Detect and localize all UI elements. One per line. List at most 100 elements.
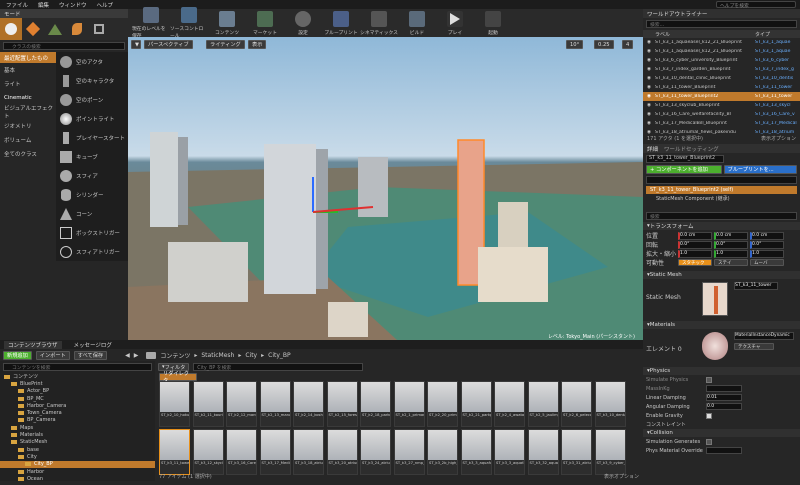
- physics-section[interactable]: ▾ Physics: [643, 367, 800, 375]
- outliner-row-type[interactable]: ST_k3_10_dentis: [755, 76, 799, 81]
- foliage-mode-icon[interactable]: [66, 18, 88, 40]
- tree-folder[interactable]: base: [0, 446, 155, 453]
- category-geometry[interactable]: ジオメトリ: [0, 119, 56, 133]
- outliner-row[interactable]: ◉ ST_k3_11_tower_Blueprint2 ST_k3_11_tower: [643, 92, 800, 101]
- tree-folder[interactable]: Ocean: [0, 475, 155, 482]
- asset-tile[interactable]: ST_k3_31_atrium_fukugun_Blueprint: [561, 429, 592, 475]
- texture-dropdown[interactable]: テクスチャ: [734, 343, 774, 350]
- outliner-row-type[interactable]: ST_k3_13_skycl: [755, 103, 799, 108]
- tab-world-settings[interactable]: ワールドセッティング: [664, 145, 719, 153]
- asset-tile[interactable]: ST_k2_18_parkoasis_Blueprint: [360, 381, 391, 427]
- placeable-player-start[interactable]: プレイヤースタート: [56, 128, 128, 147]
- category-cinematic[interactable]: Cinematic: [0, 91, 56, 105]
- tree-folder[interactable]: City: [0, 453, 155, 460]
- visibility-eye-icon[interactable]: ◉: [647, 58, 651, 63]
- menu-window[interactable]: ウィンドウ: [59, 1, 87, 9]
- marketplace-button[interactable]: マーケット: [246, 10, 284, 36]
- outliner-view-options[interactable]: 表示オプション: [761, 135, 796, 142]
- cinematics-button[interactable]: シネマティックス: [360, 10, 398, 36]
- asset-tile[interactable]: ST_k3_11_tower_Blueprint: [159, 429, 190, 475]
- asset-tile[interactable]: ST_k2_21_parkplaza_Blueprint: [460, 381, 492, 427]
- menu-help[interactable]: ヘルプ: [97, 1, 114, 9]
- asset-tile[interactable]: ST_k3_20_atrium_hall_Blueprint: [326, 429, 358, 475]
- static-mesh-value[interactable]: ST_k3_11_tower: [734, 282, 778, 290]
- place-mode-icon[interactable]: [0, 18, 22, 40]
- back-icon[interactable]: ◀: [125, 352, 130, 359]
- show-button[interactable]: 表示: [248, 40, 267, 49]
- viewport-options-button[interactable]: ▼: [131, 40, 141, 49]
- outliner-row[interactable]: ◉ ST_k3_10_dental_clinic_Blueprint ST_k3_1…: [643, 74, 800, 83]
- asset-tile[interactable]: ST_k3_10_dental_clinic_Blueprint: [594, 381, 626, 427]
- outliner-row[interactable]: ◉ ST_k3_6_cyber_university_Blueprint ST_k3…: [643, 56, 800, 65]
- tree-folder[interactable]: コンテンツ: [0, 373, 155, 380]
- angle-snap-button[interactable]: 10°: [566, 40, 584, 49]
- static-mesh-section[interactable]: ▾ Static Mesh: [643, 271, 800, 279]
- tab-content-browser[interactable]: コンテンツブラウザ: [4, 340, 62, 349]
- tree-folder[interactable]: BP_MC: [0, 395, 155, 402]
- add-new-button[interactable]: 新規追加: [3, 350, 32, 360]
- rotation-x[interactable]: 0.0°: [678, 240, 712, 249]
- location-x[interactable]: 0.0 cm: [678, 231, 712, 240]
- materials-section[interactable]: ▾ Materials: [643, 321, 800, 329]
- mobility-static[interactable]: スタチック: [678, 259, 712, 266]
- mobility-movable[interactable]: ムーバ: [750, 259, 784, 266]
- asset-search-input[interactable]: City_BP を検索: [193, 363, 364, 371]
- placeable-cube[interactable]: キューブ: [56, 147, 128, 166]
- outliner-row-type[interactable]: ST_k3_17_Medical: [755, 121, 799, 126]
- scale-snap-button[interactable]: 0.25: [594, 40, 614, 49]
- placeable-empty-pawn[interactable]: 空のポーン: [56, 90, 128, 109]
- asset-tile[interactable]: ST_k2_11_kourinsinkan_Blueprint: [192, 381, 224, 427]
- camera-speed-button[interactable]: 4: [622, 40, 634, 49]
- lighting-button[interactable]: ライティング: [206, 40, 245, 49]
- placeable-box-trigger[interactable]: ボックストリガー: [56, 223, 128, 242]
- placeable-sphere-trigger[interactable]: スフィアトリガー: [56, 242, 128, 261]
- forward-icon[interactable]: ▶: [134, 352, 139, 359]
- breadcrumb-city-bp[interactable]: City_BP: [268, 352, 291, 359]
- category-vfx[interactable]: ビジュアルエフェクト: [0, 105, 56, 120]
- phys-material-field[interactable]: [706, 447, 742, 454]
- tab-details[interactable]: 詳細: [647, 145, 658, 153]
- outliner-row[interactable]: ◉ ST_k3_17_MedicalBill_Blueprint ST_k3_17_…: [643, 119, 800, 128]
- category-recent[interactable]: 最近配置したもの: [0, 52, 56, 63]
- outliner-row-type[interactable]: ST_k3_1_aquae: [755, 40, 799, 45]
- tree-folder[interactable]: Maps: [0, 424, 155, 431]
- redirector-filter-tag[interactable]: リダイレクタ: [159, 371, 197, 384]
- enable-gravity-checkbox[interactable]: [706, 412, 712, 419]
- actor-name-field[interactable]: ST_k3_11_tower_Blueprint2: [646, 155, 724, 163]
- outliner-tab[interactable]: ワールドアウトライナー: [643, 9, 800, 18]
- tree-folder[interactable]: Harbor: [0, 468, 155, 475]
- visibility-eye-icon[interactable]: ◉: [647, 121, 651, 126]
- asset-tile[interactable]: ST_k2_6_pelecare_Blueprint: [561, 381, 592, 427]
- placeable-empty-character[interactable]: 空のキャラクタ: [56, 71, 128, 90]
- tree-folder[interactable]: BluePrint: [0, 380, 155, 387]
- tree-folder[interactable]: Actor_BP: [0, 388, 155, 395]
- breadcrumb-staticmesh[interactable]: StaticMesh: [201, 352, 234, 359]
- menu-file[interactable]: ファイル: [6, 1, 28, 9]
- placeable-cylinder[interactable]: シリンダー: [56, 185, 128, 204]
- outliner-row-type[interactable]: ST_k3_11_tower: [755, 85, 799, 90]
- material-value[interactable]: MaterialInstanceDynamic: [734, 332, 794, 340]
- asset-tile[interactable]: ST_k3_32_aquafantasy_32_02: [527, 429, 559, 475]
- landscape-mode-icon[interactable]: [44, 18, 66, 40]
- tree-folder[interactable]: Harbor_Camera: [0, 402, 155, 409]
- component-self[interactable]: ST_k3_11_tower_Blueprint2 (self): [646, 186, 797, 194]
- asset-tile[interactable]: ST_k2_13_manasouth_Blueprint: [259, 381, 291, 427]
- placeable-point-light[interactable]: ポイントライト: [56, 109, 128, 128]
- details-search-input[interactable]: 検索: [646, 212, 797, 220]
- add-component-button[interactable]: + コンポーネントを追加: [646, 165, 722, 174]
- rotation-z[interactable]: 0.0°: [750, 240, 784, 249]
- asset-tile[interactable]: ST_k2_14_koshiyama_Blueprint: [293, 381, 324, 427]
- import-button[interactable]: インポート: [35, 350, 70, 360]
- mass-field[interactable]: [706, 385, 742, 392]
- outliner-row[interactable]: ◉ ST_k3_1_aquaeasel_k12_21_Blueprint ST_k3…: [643, 47, 800, 56]
- content-view-options[interactable]: 表示オプション: [604, 473, 639, 480]
- asset-tile[interactable]: ST_k3_24_atrium_hall_Blueprint: [360, 429, 391, 475]
- category-basic[interactable]: 基本: [0, 63, 56, 77]
- tree-folder[interactable]: StaticMesh: [0, 439, 155, 446]
- breadcrumb-city[interactable]: City: [245, 352, 257, 359]
- placeable-empty-actor[interactable]: 空のアクタ: [56, 52, 128, 71]
- outliner-row-type[interactable]: ST_k3_7_index_g: [755, 67, 799, 72]
- perspective-button[interactable]: パースペクティブ: [144, 40, 193, 49]
- source-control-button[interactable]: ソースコントロール: [170, 7, 208, 39]
- placeable-cone[interactable]: コーン: [56, 204, 128, 223]
